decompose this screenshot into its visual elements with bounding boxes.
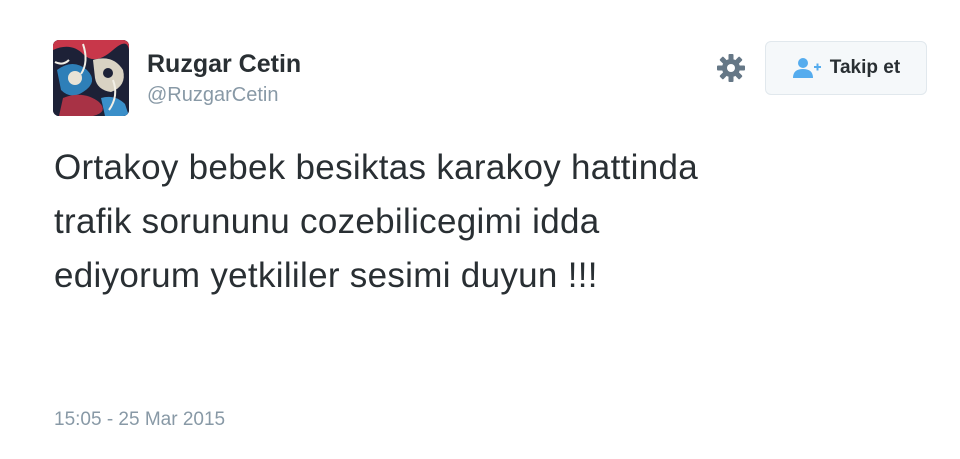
user-name[interactable]: Ruzgar Cetin xyxy=(147,50,301,79)
avatar[interactable] xyxy=(53,40,129,116)
follow-button-label: Takip et xyxy=(829,57,901,78)
tweet-timestamp[interactable]: 15:05 - 25 Mar 2015 xyxy=(54,409,225,431)
avatar-image xyxy=(53,40,129,116)
tweet-text-line: ediyorum yetkililer sesimi duyun !!! xyxy=(54,256,598,295)
gear-icon[interactable] xyxy=(715,52,747,84)
tweet-text: Ortakoy bebek besiktas karakoy hattinda t… xyxy=(54,141,914,303)
tweet-text-line: Ortakoy bebek besiktas karakoy hattinda xyxy=(54,148,698,187)
user-handle[interactable]: @RuzgarCetin xyxy=(147,84,278,107)
follow-button[interactable]: Takip et xyxy=(765,41,927,95)
add-user-icon xyxy=(792,58,821,78)
tweet-text-line: trafik sorununu cozebilicegimi idda xyxy=(54,202,600,241)
tweet-card: Ruzgar Cetin @RuzgarCetin Takip et Ortak… xyxy=(0,0,960,459)
